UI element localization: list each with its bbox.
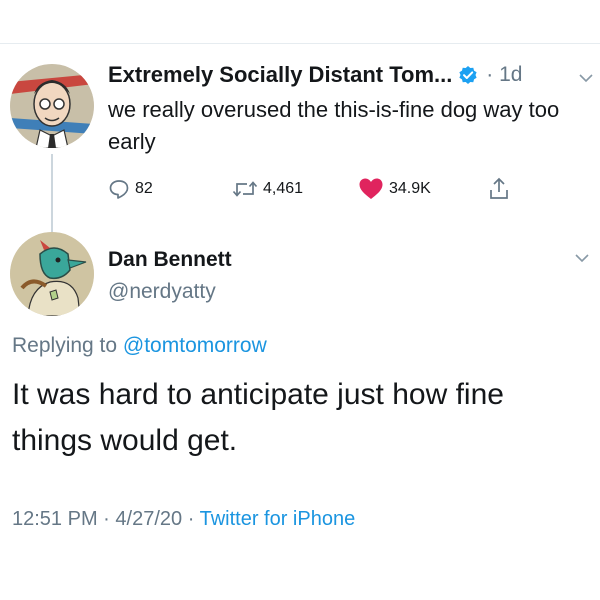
verified-badge-icon <box>458 65 478 85</box>
retweet-button[interactable]: 4,461 <box>232 175 303 203</box>
separator-dot: · <box>187 508 195 530</box>
reply-icon <box>109 180 129 199</box>
separator-dot: · <box>103 508 110 530</box>
tweet-age[interactable]: 1d <box>499 63 522 86</box>
retweet-icon <box>232 181 258 197</box>
reply-count: 82 <box>135 180 153 197</box>
share-button[interactable] <box>488 175 515 203</box>
tweet-header: Extremely Socially Distant Tom... · 1d <box>108 62 598 92</box>
mention-link[interactable]: @tomtomorrow <box>123 334 267 357</box>
retweet-count: 4,461 <box>263 180 304 197</box>
avatar[interactable] <box>10 232 94 316</box>
tweet-text: It was hard to anticipate just how fine … <box>12 378 504 457</box>
action-bar: 82 4,461 34.9K <box>108 175 578 203</box>
replying-to: Replying to @tomtomorrow <box>12 334 267 358</box>
like-count: 34.9K <box>389 180 431 197</box>
like-button[interactable]: 34.9K <box>358 175 431 203</box>
chevron-down-icon[interactable] <box>574 252 590 264</box>
heart-icon <box>359 178 383 199</box>
avatar[interactable] <box>10 64 94 148</box>
replying-prefix: Replying to <box>12 334 118 357</box>
tweet-date[interactable]: 4/27/20 <box>115 508 182 530</box>
separator-dot: · <box>486 63 494 86</box>
tweet-timestamp: 12:51 PM · 4/27/20 · Twitter for iPhone <box>12 508 355 531</box>
share-icon <box>490 177 508 199</box>
chevron-down-icon[interactable] <box>578 72 594 84</box>
parent-tweet[interactable]: Extremely Socially Distant Tom... · 1d w… <box>0 44 600 262</box>
tweet-text: we really overused the this-is-fine dog … <box>108 97 560 154</box>
tweet-source[interactable]: Twitter for iPhone <box>200 508 356 530</box>
display-name[interactable]: Extremely Socially Distant Tom... <box>108 62 452 88</box>
user-handle[interactable]: @nerdyatty <box>108 280 216 304</box>
display-name[interactable]: Dan Bennett <box>108 248 232 272</box>
tweet-time[interactable]: 12:51 PM <box>12 508 98 530</box>
reply-button[interactable]: 82 <box>108 175 153 203</box>
